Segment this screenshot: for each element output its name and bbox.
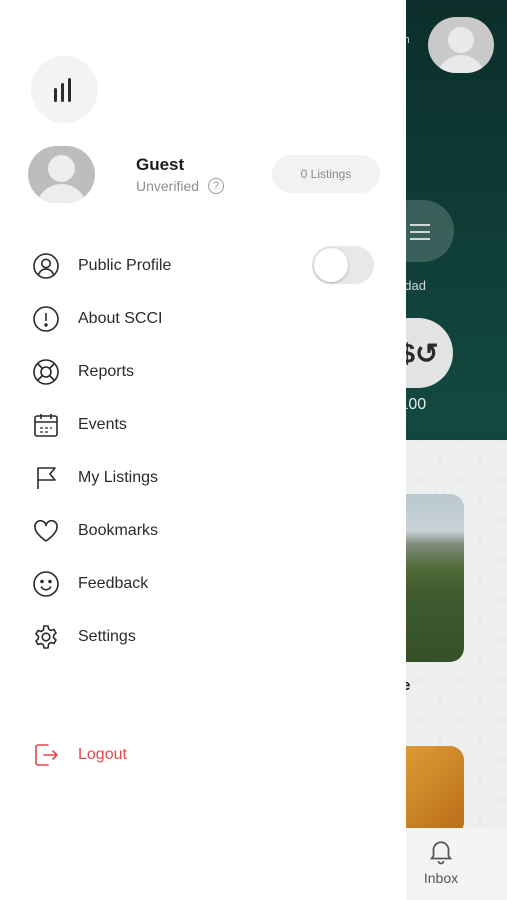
- verification-status-label: Unverified: [136, 178, 200, 194]
- public-profile-toggle[interactable]: [312, 246, 374, 284]
- menu-item-label: About SCCI: [78, 310, 163, 327]
- menu-item-label: Bookmarks: [78, 522, 159, 539]
- menu-item-bookmarks[interactable]: Bookmarks: [31, 515, 371, 547]
- menu-item-about[interactable]: About SCCI: [31, 303, 371, 335]
- menu-item-events[interactable]: Events: [31, 409, 371, 441]
- info-circle-icon: [31, 304, 61, 334]
- menu-item-feedback[interactable]: Feedback: [31, 568, 371, 600]
- menu-item-label: My Listings: [78, 469, 159, 486]
- calendar-icon: [31, 410, 61, 440]
- smiley-icon: [31, 569, 61, 599]
- bell-icon: [429, 841, 453, 865]
- flag-icon: [31, 463, 61, 493]
- side-drawer: Guest Unverified ? 0 Listings Public Pro…: [0, 0, 406, 900]
- logout-icon: [31, 740, 61, 770]
- user-name: Guest: [136, 155, 185, 174]
- header-avatar[interactable]: [428, 17, 494, 73]
- app-logo[interactable]: [31, 56, 98, 123]
- question-circle-icon[interactable]: ?: [208, 178, 225, 194]
- logout-button[interactable]: Logout: [31, 739, 371, 771]
- menu-item-label: Feedback: [78, 575, 149, 592]
- bars-logo-icon: [53, 77, 71, 102]
- gear-icon: [31, 622, 61, 652]
- user-circle-icon: [31, 251, 61, 281]
- tab-inbox[interactable]: Inbox: [418, 836, 464, 886]
- menu-item-settings[interactable]: Settings: [31, 621, 371, 653]
- logout-label: Logout: [78, 746, 127, 763]
- menu-item-label: Events: [78, 416, 127, 433]
- menu-item-my-listings[interactable]: My Listings: [31, 462, 371, 494]
- listings-count-badge[interactable]: 0 Listings: [272, 155, 380, 193]
- menu-item-label: Settings: [78, 628, 136, 645]
- heart-icon: [31, 516, 61, 546]
- toggle-knob: [314, 248, 348, 282]
- tab-inbox-label: Inbox: [423, 870, 459, 886]
- verification-status: Unverified ?: [136, 178, 225, 194]
- lifebuoy-icon: [31, 357, 61, 387]
- menu-item-label: Reports: [78, 363, 135, 380]
- menu-item-reports[interactable]: Reports: [31, 356, 371, 388]
- menu-item-label: Public Profile: [78, 257, 172, 274]
- user-avatar[interactable]: [28, 146, 95, 203]
